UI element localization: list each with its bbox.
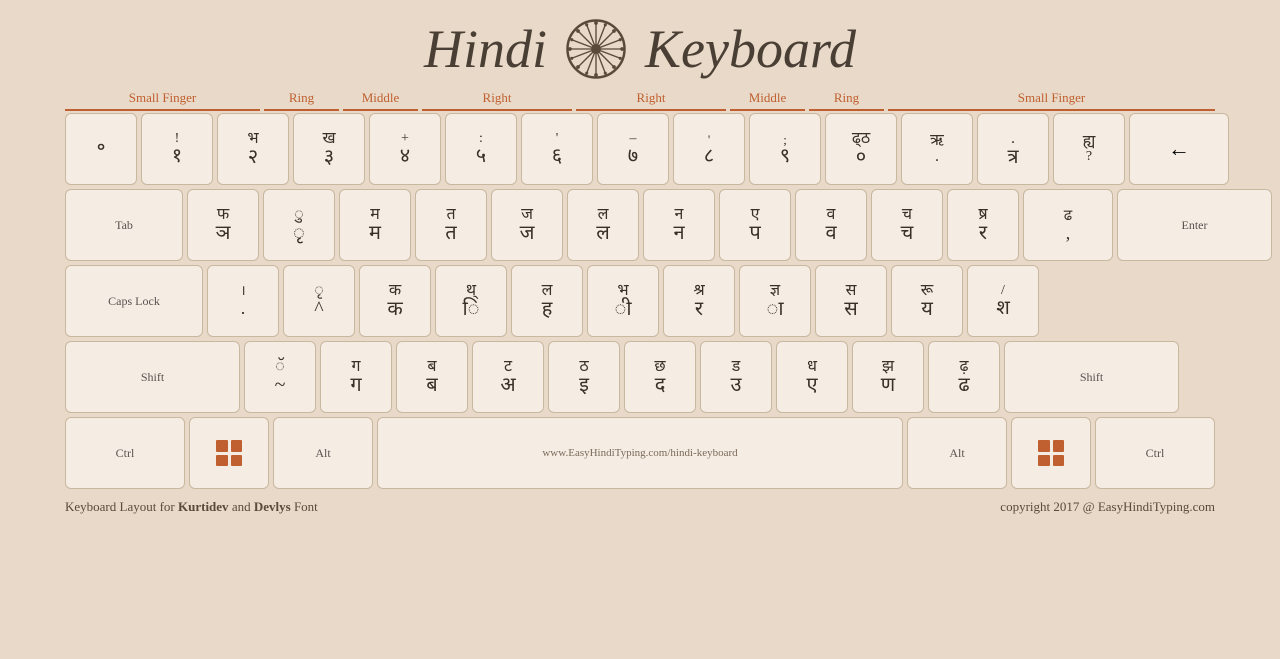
title-keyboard: Keyboard bbox=[645, 18, 856, 80]
keyboard: ॰ ! १ भ २ ख ३ + ४ bbox=[65, 113, 1215, 489]
key-n[interactable]: छ द bbox=[624, 341, 696, 413]
finger-label-middle-left: Middle bbox=[343, 90, 418, 111]
title-section: Hindi bbox=[424, 18, 856, 80]
capslock-label: Caps Lock bbox=[108, 294, 160, 309]
key-r[interactable]: त त bbox=[415, 189, 487, 261]
key-win-left[interactable] bbox=[189, 417, 269, 489]
finger-label-ring-right: Ring bbox=[809, 90, 884, 111]
key-7[interactable]: – ७ bbox=[597, 113, 669, 185]
ashoka-wheel-icon bbox=[565, 18, 627, 80]
key-y[interactable]: ल ल bbox=[567, 189, 639, 261]
key-space[interactable]: www.EasyHindiTyping.com/hindi-keyboard bbox=[377, 417, 903, 489]
key-b[interactable]: ठ इ bbox=[548, 341, 620, 413]
key-i[interactable]: ए प bbox=[719, 189, 791, 261]
key-5[interactable]: : ५ bbox=[445, 113, 517, 185]
key-enter[interactable]: Enter bbox=[1117, 189, 1272, 261]
key-z[interactable]: ॅ ~ bbox=[244, 341, 316, 413]
footer-left: Keyboard Layout for Kurtidev and Devlys … bbox=[65, 499, 318, 515]
footer-right: copyright 2017 @ EasyHindiTyping.com bbox=[1000, 499, 1215, 515]
key-alt-left[interactable]: Alt bbox=[273, 417, 373, 489]
bottom-row: Ctrl Alt www.EasyHindiTyping.com/hindi-k… bbox=[65, 417, 1215, 489]
ctrl-left-label: Ctrl bbox=[116, 446, 135, 461]
key-equals[interactable]: . त्र bbox=[977, 113, 1049, 185]
key-0[interactable]: ढ्ठ ० bbox=[825, 113, 897, 185]
key-backtick[interactable]: ॰ bbox=[65, 113, 137, 185]
key-g[interactable]: ल ह bbox=[511, 265, 583, 337]
win-right-icon bbox=[1038, 440, 1064, 466]
key-bracket-right[interactable]: ढ , bbox=[1023, 189, 1113, 261]
key-p[interactable]: च च bbox=[871, 189, 943, 261]
key-4[interactable]: + ४ bbox=[369, 113, 441, 185]
key-9[interactable]: ; ९ bbox=[749, 113, 821, 185]
key-h[interactable]: भ ी bbox=[587, 265, 659, 337]
finger-label-small-finger-left: Small Finger bbox=[65, 90, 260, 111]
key-q[interactable]: फ ञ bbox=[187, 189, 259, 261]
url-display: www.EasyHindiTyping.com/hindi-keyboard bbox=[542, 447, 737, 459]
alt-left-label: Alt bbox=[315, 446, 330, 461]
key-semicolon[interactable]: रू य bbox=[891, 265, 963, 337]
shift-left-label: Shift bbox=[141, 370, 164, 385]
key-tab[interactable]: Tab bbox=[65, 189, 183, 261]
key-e[interactable]: म म bbox=[339, 189, 411, 261]
key-o[interactable]: व व bbox=[795, 189, 867, 261]
key-comma[interactable]: ध ए bbox=[776, 341, 848, 413]
zxcv-row: Shift ॅ ~ ग ग ब ब ट अ bbox=[65, 341, 1215, 413]
key-backspace[interactable]: ← bbox=[1129, 113, 1229, 185]
key-period[interactable]: झ ण bbox=[852, 341, 924, 413]
key-capslock[interactable]: Caps Lock bbox=[65, 265, 203, 337]
asdf-row: Caps Lock । . ृ ^ क क थ् ि bbox=[65, 265, 1215, 337]
key-shift-left[interactable]: Shift bbox=[65, 341, 240, 413]
key-quote[interactable]: / श bbox=[967, 265, 1039, 337]
key-m[interactable]: ड उ bbox=[700, 341, 772, 413]
key-3[interactable]: ख ३ bbox=[293, 113, 365, 185]
key-u[interactable]: न न bbox=[643, 189, 715, 261]
footer: Keyboard Layout for Kurtidev and Devlys … bbox=[65, 499, 1215, 515]
key-c[interactable]: ब ब bbox=[396, 341, 468, 413]
key-bracket-open[interactable]: ष्र र bbox=[947, 189, 1019, 261]
title-hindi: Hindi bbox=[424, 18, 547, 80]
shift-right-label: Shift bbox=[1080, 370, 1103, 385]
key-t[interactable]: ज ज bbox=[491, 189, 563, 261]
key-l[interactable]: स स bbox=[815, 265, 887, 337]
key-2[interactable]: भ २ bbox=[217, 113, 289, 185]
finger-label-middle-right: Middle bbox=[730, 90, 805, 111]
finger-label-ring-left: Ring bbox=[264, 90, 339, 111]
tab-label: Tab bbox=[115, 218, 133, 233]
key-v[interactable]: ट अ bbox=[472, 341, 544, 413]
qwerty-row: Tab फ ञ ु ृ म म त त bbox=[65, 189, 1215, 261]
key-d[interactable]: क क bbox=[359, 265, 431, 337]
key-j[interactable]: श्र र bbox=[663, 265, 735, 337]
backspace-icon: ← bbox=[1168, 136, 1190, 162]
key-x[interactable]: ग ग bbox=[320, 341, 392, 413]
finger-label-right-index2: Right bbox=[576, 90, 726, 111]
win-left-icon bbox=[216, 440, 242, 466]
key-bracket-close[interactable]: ह्य ? bbox=[1053, 113, 1125, 185]
enter-label: Enter bbox=[1182, 218, 1208, 233]
key-shift-right[interactable]: Shift bbox=[1004, 341, 1179, 413]
key-1[interactable]: ! १ bbox=[141, 113, 213, 185]
alt-right-label: Alt bbox=[949, 446, 964, 461]
finger-label-right-index: Right bbox=[422, 90, 572, 111]
key-k[interactable]: ज्ञ ा bbox=[739, 265, 811, 337]
key-win-right[interactable] bbox=[1011, 417, 1091, 489]
key-8[interactable]: ' ८ bbox=[673, 113, 745, 185]
key-s[interactable]: ृ ^ bbox=[283, 265, 355, 337]
key-ctrl-right[interactable]: Ctrl bbox=[1095, 417, 1215, 489]
key-w[interactable]: ु ृ bbox=[263, 189, 335, 261]
key-alt-right[interactable]: Alt bbox=[907, 417, 1007, 489]
finger-label-small-finger-right: Small Finger bbox=[888, 90, 1215, 111]
ctrl-right-label: Ctrl bbox=[1146, 446, 1165, 461]
key-ctrl-left[interactable]: Ctrl bbox=[65, 417, 185, 489]
key-f[interactable]: थ् ि bbox=[435, 265, 507, 337]
number-row: ॰ ! १ भ २ ख ३ + ४ bbox=[65, 113, 1215, 185]
key-6[interactable]: ' ६ bbox=[521, 113, 593, 185]
finger-labels-row: Small Finger Ring Middle Right Right Mid… bbox=[65, 90, 1215, 111]
key-a[interactable]: । . bbox=[207, 265, 279, 337]
key-minus[interactable]: ऋ . bbox=[901, 113, 973, 185]
key-slash[interactable]: ढ़ ढ bbox=[928, 341, 1000, 413]
